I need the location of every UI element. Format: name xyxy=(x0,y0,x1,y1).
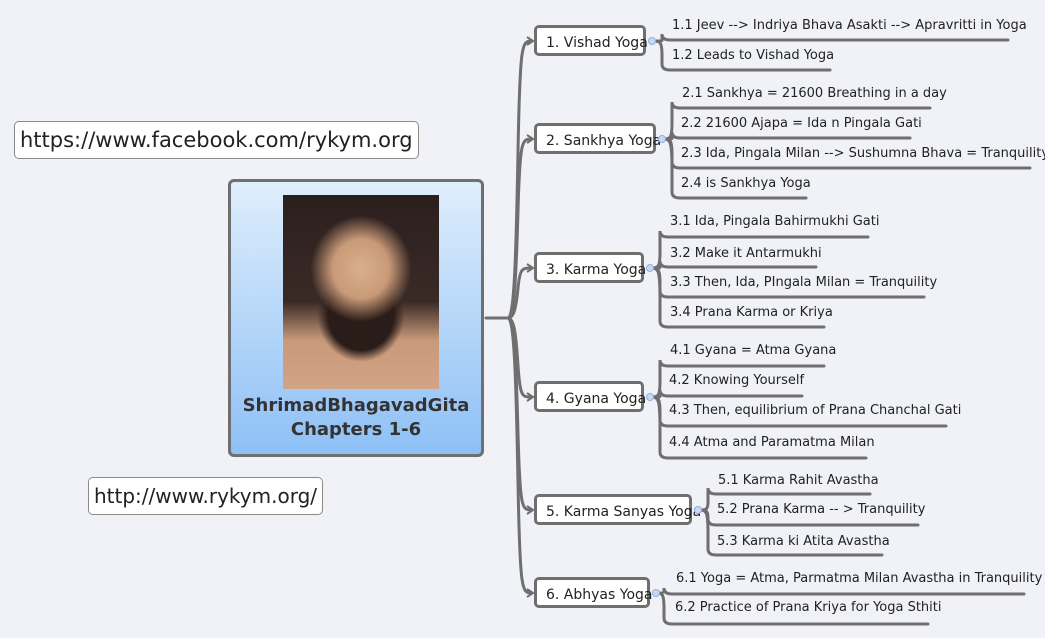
topic-abhyas-yoga[interactable]: 6. Abhyas Yoga xyxy=(534,577,653,608)
central-topic[interactable]: ShrimadBhagavadGita Chapters 1-6 xyxy=(228,179,484,457)
subtopic-underline-1-1 xyxy=(650,33,1010,43)
subtopic[interactable]: 2.3 Ida, Pingala Milan --> Sushumna Bhav… xyxy=(681,145,1045,163)
topic-label: 4. Gyana Yoga xyxy=(546,391,647,407)
topic-karma-sanyas-yoga[interactable]: 5. Karma Sanyas Yoga xyxy=(534,494,701,525)
subtopic[interactable]: 3.2 Make it Antarmukhi xyxy=(670,245,822,263)
collapse-toggle-icon[interactable] xyxy=(658,135,666,143)
topic-label: 1. Vishad Yoga xyxy=(546,35,648,51)
subtopic-underline-4-2 xyxy=(648,389,804,399)
subtopic-underline-2-2 xyxy=(660,131,912,141)
central-title-line1: ShrimadBhagavadGita xyxy=(242,395,470,416)
central-title: ShrimadBhagavadGita Chapters 1-6 xyxy=(231,394,481,442)
topic-label: 3. Karma Yoga xyxy=(546,262,647,278)
collapse-toggle-icon[interactable] xyxy=(646,264,654,272)
subtopic[interactable]: 2.2 21600 Ajapa = Ida n Pingala Gati xyxy=(681,115,922,133)
collapse-toggle-icon[interactable] xyxy=(646,393,654,401)
subtopic[interactable]: 5.3 Karma ki Atita Avastha xyxy=(717,533,890,551)
topic-karma-yoga[interactable]: 3. Karma Yoga xyxy=(534,252,647,283)
subtopic[interactable]: 4.3 Then, equilibrium of Prana Chanchal … xyxy=(669,402,961,420)
topic-label: 5. Karma Sanyas Yoga xyxy=(546,504,702,520)
subtopic[interactable]: 3.1 Ida, Pingala Bahirmukhi Gati xyxy=(670,213,879,231)
portrait-image xyxy=(283,195,439,389)
collapse-toggle-icon[interactable] xyxy=(694,506,702,514)
subtopic[interactable]: 5.2 Prana Karma -- > Tranquility xyxy=(717,501,925,519)
facebook-link[interactable]: https://www.facebook.com/rykym.org xyxy=(14,121,419,159)
subtopic[interactable]: 4.4 Atma and Paramatma Milan xyxy=(669,434,875,452)
subtopic[interactable]: 1.2 Leads to Vishad Yoga xyxy=(672,47,834,65)
topic-label: 2. Sankhya Yoga xyxy=(546,133,662,149)
topic-label: 6. Abhyas Yoga xyxy=(546,587,653,603)
subtopic[interactable]: 3.4 Prana Karma or Kriya xyxy=(670,304,833,322)
subtopic[interactable]: 6.1 Yoga = Atma, Parmatma Milan Avastha … xyxy=(676,570,1042,588)
central-title-line2: Chapters 1-6 xyxy=(290,419,422,440)
topic-vishad-yoga[interactable]: 1. Vishad Yoga xyxy=(534,25,648,56)
subtopic[interactable]: 3.3 Then, Ida, PIngala Milan = Tranquili… xyxy=(670,274,937,292)
subtopic-underline-6-1 xyxy=(654,587,1026,596)
topic-sankhya-yoga[interactable]: 2. Sankhya Yoga xyxy=(534,123,661,154)
subtopic[interactable]: 4.2 Knowing Yourself xyxy=(669,372,804,390)
subtopic[interactable]: 6.2 Practice of Prana Kriya for Yoga Sth… xyxy=(675,599,942,617)
subtopic[interactable]: 4.1 Gyana = Atma Gyana xyxy=(670,342,836,360)
subtopic[interactable]: 1.1 Jeev --> Indriya Bhava Asakti --> Ap… xyxy=(672,17,1027,35)
topic-gyana-yoga[interactable]: 4. Gyana Yoga xyxy=(534,381,647,412)
subtopic[interactable]: 2.1 Sankhya = 21600 Breathing in a day xyxy=(682,85,947,103)
subtopic[interactable]: 5.1 Karma Rahit Avastha xyxy=(718,472,879,490)
collapse-toggle-icon[interactable] xyxy=(648,37,656,45)
website-link[interactable]: http://www.rykym.org/ xyxy=(88,477,324,515)
subtopic[interactable]: 2.4 is Sankhya Yoga xyxy=(681,175,811,193)
branch-line-2 xyxy=(506,137,534,320)
branch-line-5 xyxy=(506,316,534,512)
collapse-toggle-icon[interactable] xyxy=(652,589,660,597)
